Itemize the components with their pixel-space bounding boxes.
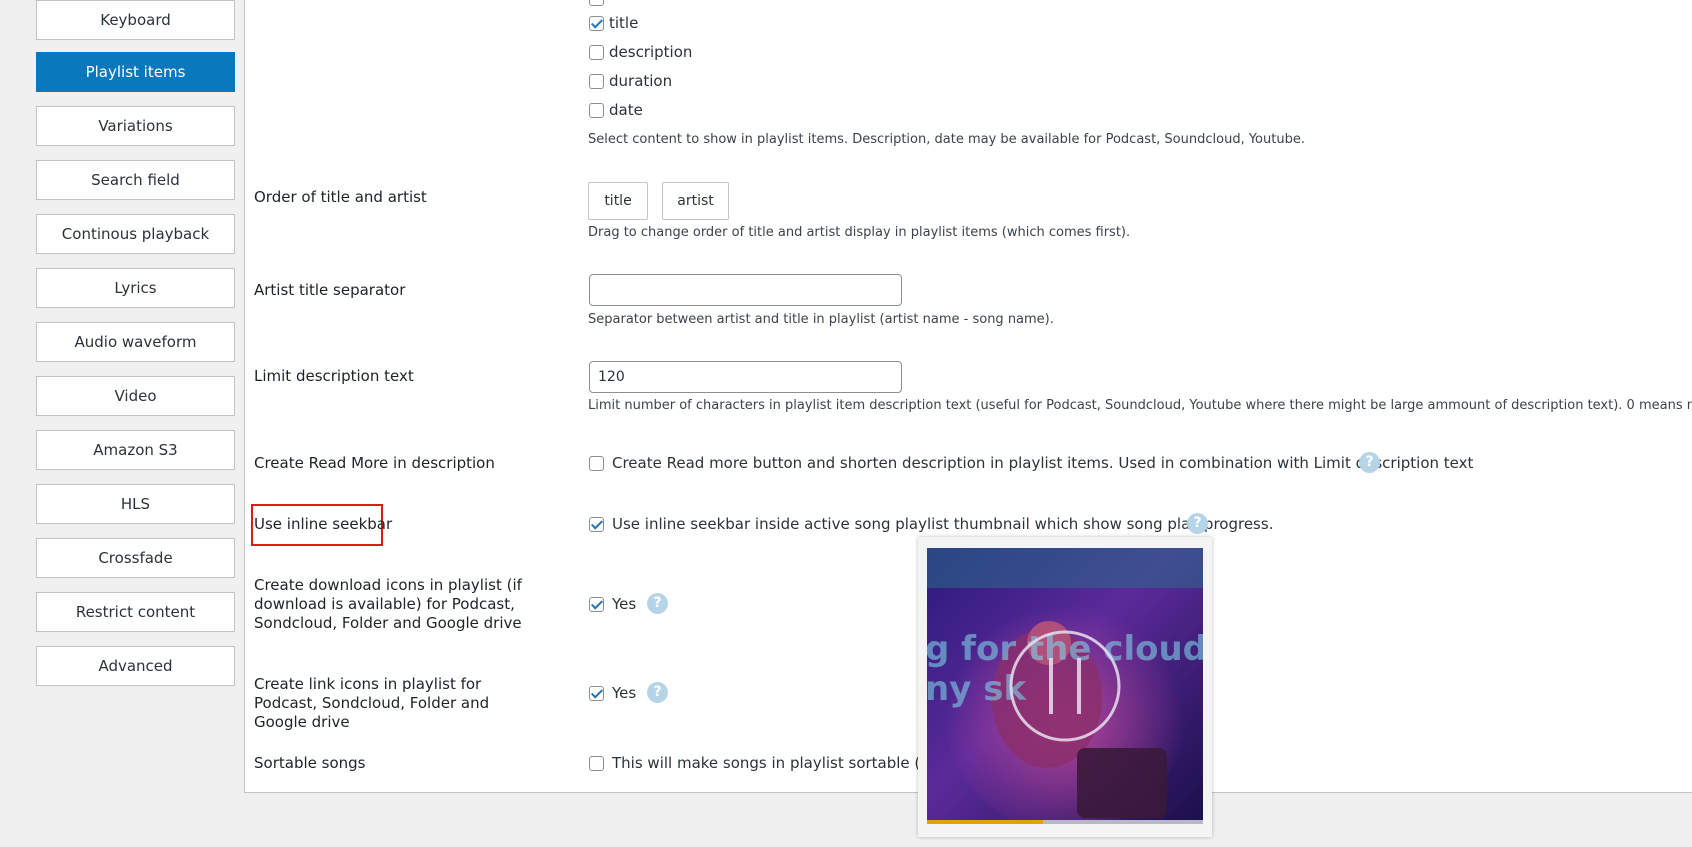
content-date-checkbox[interactable] xyxy=(589,103,604,118)
inline-seekbar-progress xyxy=(927,820,1043,824)
settings-sidebar: Keyboard Playlist items Variations Searc… xyxy=(0,0,244,847)
content-date-label: date xyxy=(609,101,643,119)
read-more-checkbox[interactable] xyxy=(589,456,604,471)
content-description-checkbox[interactable] xyxy=(589,45,604,60)
sidebar-item-audio-waveform[interactable]: Audio waveform xyxy=(36,322,235,362)
order-chip-title[interactable]: title xyxy=(588,182,648,220)
limit-description: Limit number of characters in playlist i… xyxy=(588,398,1692,413)
read-more-label: Create Read More in description xyxy=(254,454,495,472)
sortable-checkbox[interactable] xyxy=(589,756,604,771)
sidebar-item-video[interactable]: Video xyxy=(36,376,235,416)
order-description: Drag to change order of title and artist… xyxy=(588,225,1131,240)
sortable-label: Sortable songs xyxy=(254,754,366,772)
link-icons-label: Create link icons in playlist for Podcas… xyxy=(254,675,490,731)
separator-description: Separator between artist and title in pl… xyxy=(588,312,1054,327)
sidebar-item-lyrics[interactable]: Lyrics xyxy=(36,268,235,308)
sidebar-item-crossfade[interactable]: Crossfade xyxy=(36,538,235,578)
sidebar-item-amazon-s3[interactable]: Amazon S3 xyxy=(36,430,235,470)
content-duration-label: duration xyxy=(609,72,673,90)
download-icons-checkbox[interactable] xyxy=(589,597,604,612)
order-chip-artist[interactable]: artist xyxy=(662,182,729,220)
sidebar-item-playlist-items[interactable]: Playlist items xyxy=(36,52,235,92)
content-description-label: description xyxy=(609,43,693,61)
separator-input[interactable] xyxy=(589,274,902,306)
content-duration-checkbox[interactable] xyxy=(589,74,604,89)
sidebar-item-advanced[interactable]: Advanced xyxy=(36,646,235,686)
help-tooltip-preview: g for the cloud t ny sk xyxy=(918,537,1212,837)
separator-label: Artist title separator xyxy=(254,281,406,299)
download-icons-help-icon[interactable]: ? xyxy=(647,593,668,614)
sidebar-item-restrict-content[interactable]: Restrict content xyxy=(36,592,235,632)
inline-seekbar-checkbox[interactable] xyxy=(589,517,604,532)
content-title-label: title xyxy=(609,14,639,32)
inline-seekbar-help-icon[interactable]: ? xyxy=(1187,513,1208,534)
download-icons-text: Yes xyxy=(612,595,637,613)
sidebar-item-search-field[interactable]: Search field xyxy=(36,160,235,200)
download-icons-label: Create download icons in playlist (if do… xyxy=(254,576,522,632)
read-more-text: Create Read more button and shorten desc… xyxy=(612,454,1474,472)
sidebar-item-variations[interactable]: Variations xyxy=(36,106,235,146)
inline-seekbar-label: Use inline seekbar xyxy=(254,515,393,533)
order-label: Order of title and artist xyxy=(254,188,427,206)
content-options-description: Select content to show in playlist items… xyxy=(588,132,1305,147)
hidden-option-checkbox[interactable] xyxy=(589,0,604,6)
limit-label: Limit description text xyxy=(254,367,414,385)
link-icons-text: Yes xyxy=(612,684,637,702)
link-icons-checkbox[interactable] xyxy=(589,686,604,701)
read-more-help-icon[interactable]: ? xyxy=(1359,452,1380,473)
inline-seekbar-text: Use inline seekbar inside active song pl… xyxy=(612,515,1274,533)
content-title-checkbox[interactable] xyxy=(589,16,604,31)
sidebar-item-hls[interactable]: HLS xyxy=(36,484,235,524)
playlist-thumbnail-image: g for the cloud t ny sk xyxy=(927,548,1203,824)
limit-input[interactable] xyxy=(589,361,902,393)
sidebar-item-continous-playback[interactable]: Continous playback xyxy=(36,214,235,254)
sortable-text: This will make songs in playlist sortabl… xyxy=(612,754,971,772)
thumbnail-overlay-text-1: g for the cloud t xyxy=(927,629,1203,669)
link-icons-help-icon[interactable]: ? xyxy=(647,682,668,703)
sidebar-item-keyboard[interactable]: Keyboard xyxy=(36,0,235,40)
